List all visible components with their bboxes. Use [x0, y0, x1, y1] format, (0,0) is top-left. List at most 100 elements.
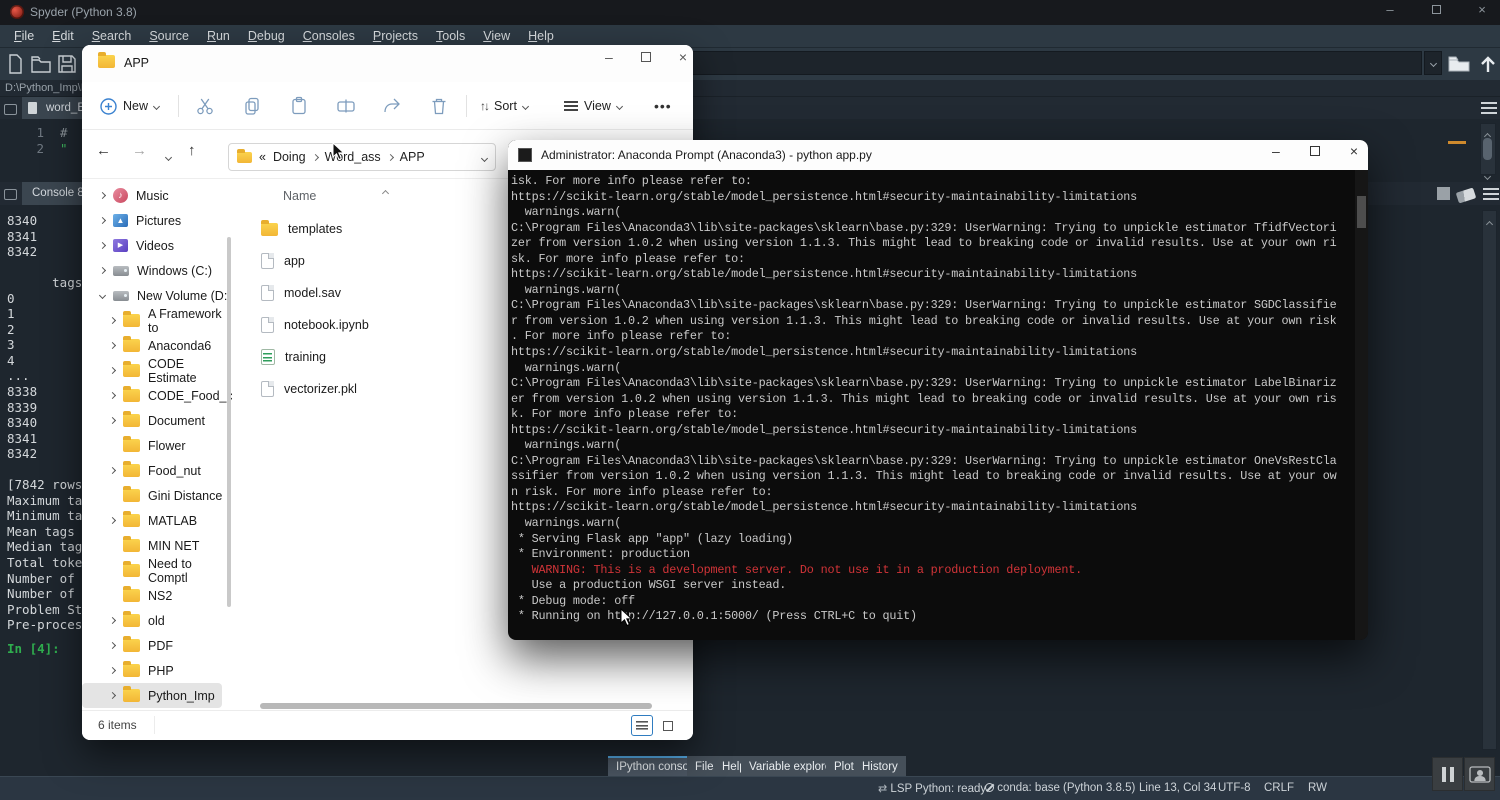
menu-file[interactable]: File: [6, 27, 42, 45]
delete-icon[interactable]: [428, 92, 450, 120]
sidebar-item-code-food-cal[interactable]: CODE_Food_cal: [82, 383, 232, 408]
terminal-scrollbar-thumb[interactable]: [1357, 196, 1366, 228]
item-count: 6 items: [98, 718, 137, 732]
sidebar-item-new-volume-d[interactable]: New Volume (D:): [82, 283, 232, 308]
file-icon: [261, 253, 274, 269]
spyder-bottom-tabs: IPython console Files Help Variable expl…: [0, 755, 1500, 776]
sidebar-item-flower[interactable]: Flower: [82, 433, 232, 458]
save-icon[interactable]: [55, 52, 79, 76]
folder-icon: [123, 389, 140, 402]
editor-scrollbar[interactable]: [1480, 123, 1496, 175]
terminal-output[interactable]: isk. For more info please refer to: http…: [508, 170, 1355, 640]
sidebar-item-python-imp[interactable]: Python_Imp: [82, 683, 222, 708]
forward-icon[interactable]: →: [132, 142, 147, 159]
menu-help[interactable]: Help: [520, 27, 562, 45]
pause-recording-button[interactable]: [1432, 757, 1463, 791]
view-button[interactable]: View: [564, 92, 622, 120]
webcam-overlay-button[interactable]: [1464, 757, 1495, 791]
editor-options-icon[interactable]: [1481, 101, 1497, 119]
parent-directory-icon[interactable]: [1476, 52, 1500, 76]
cut-icon[interactable]: [194, 92, 216, 120]
horizontal-scrollbar[interactable]: [260, 703, 652, 709]
menu-consoles[interactable]: Consoles: [295, 27, 363, 45]
mouse-cursor: [620, 608, 634, 628]
large-icons-view-button[interactable]: [657, 715, 679, 736]
menu-debug[interactable]: Debug: [240, 27, 293, 45]
sidebar-scrollbar[interactable]: [227, 237, 231, 607]
sidebar-item-php[interactable]: PHP: [82, 658, 232, 683]
breadcrumb-app[interactable]: APP: [400, 150, 425, 164]
sidebar-item-windows-c[interactable]: Windows (C:): [82, 258, 232, 283]
explorer-close-button[interactable]: ×: [679, 49, 687, 65]
sidebar-item-music[interactable]: ♪Music: [82, 183, 232, 208]
browse-directory-icon[interactable]: [1447, 52, 1471, 76]
console-icon: [518, 148, 532, 162]
editor-scrollbar-thumb[interactable]: [1483, 138, 1492, 160]
more-options-icon[interactable]: •••: [654, 92, 672, 120]
spyder-close-button[interactable]: ×: [1472, 2, 1492, 17]
spyder-maximize-button[interactable]: [1426, 2, 1446, 17]
breadcrumb-doing[interactable]: Doing: [273, 150, 306, 164]
sidebar-item-anaconda6[interactable]: Anaconda6: [82, 333, 232, 358]
new-button[interactable]: New: [100, 92, 159, 120]
sort-button[interactable]: ↑↓ Sort: [480, 92, 528, 120]
working-directory-dropdown[interactable]: [1424, 51, 1442, 75]
recent-locations-icon[interactable]: [166, 147, 171, 164]
copy-icon[interactable]: [241, 92, 263, 120]
sidebar-item-document[interactable]: Document: [82, 408, 232, 433]
sidebar-item-min-net[interactable]: MIN NET: [82, 533, 232, 558]
up-icon[interactable]: ↑: [188, 142, 196, 159]
tab-history[interactable]: History: [854, 756, 906, 776]
open-file-icon[interactable]: [29, 52, 53, 76]
folder-icon: [123, 439, 140, 452]
sidebar-item-a-framework-to[interactable]: A Framework to: [82, 308, 232, 333]
breadcrumb-separator-icon[interactable]: [387, 153, 394, 160]
folder-icon: [123, 564, 140, 577]
sidebar-item-videos[interactable]: ▶Videos: [82, 233, 232, 258]
menu-view[interactable]: View: [475, 27, 518, 45]
breadcrumb-separator-icon[interactable]: [312, 153, 319, 160]
spyder-minimize-button[interactable]: –: [1380, 2, 1400, 17]
spyder-statusbar: ⇄ LSP Python: ready conda: base (Python …: [0, 776, 1500, 800]
sidebar-item-matlab[interactable]: MATLAB: [82, 508, 232, 533]
paste-icon[interactable]: [288, 92, 310, 120]
explorer-maximize-button[interactable]: [641, 49, 651, 65]
terminal-close-button[interactable]: ×: [1350, 143, 1358, 159]
sidebar-item-need-to-comptl[interactable]: Need to Comptl: [82, 558, 232, 583]
sidebar-item-old[interactable]: old: [82, 608, 232, 633]
new-file-icon[interactable]: [3, 52, 27, 76]
clear-console-icon[interactable]: [1457, 188, 1475, 206]
sidebar-item-ns2[interactable]: NS2: [82, 583, 232, 608]
breadcrumb-prefix[interactable]: «: [259, 150, 266, 164]
terminal-scrollbar[interactable]: [1355, 170, 1368, 640]
share-icon[interactable]: [381, 92, 403, 120]
editor-pane-icon[interactable]: [4, 102, 17, 120]
sort-ascending-icon[interactable]: [383, 183, 388, 201]
explorer-minimize-button[interactable]: –: [605, 49, 613, 65]
sidebar-item-gini-distance[interactable]: Gini Distance: [82, 483, 232, 508]
sidebar-item-code-estimate[interactable]: CODE Estimate: [82, 358, 232, 383]
menu-source[interactable]: Source: [141, 27, 197, 45]
column-header-name[interactable]: Name: [283, 189, 316, 203]
address-bar[interactable]: « Doing Word_ass APP: [228, 143, 496, 171]
terminal-warning-line: WARNING: This is a development server. D…: [511, 563, 1355, 579]
interrupt-kernel-icon[interactable]: [1437, 187, 1450, 205]
sidebar-item-food-nut[interactable]: Food_nut: [82, 458, 232, 483]
menu-edit[interactable]: Edit: [44, 27, 82, 45]
folder-icon: [123, 314, 140, 327]
console-options-icon[interactable]: [1483, 187, 1499, 205]
sidebar-item-pictures[interactable]: ▲Pictures: [82, 208, 232, 233]
menu-search[interactable]: Search: [84, 27, 140, 45]
details-view-button[interactable]: [631, 715, 653, 736]
address-dropdown-icon[interactable]: [482, 150, 487, 164]
console-scrollbar[interactable]: [1482, 210, 1497, 750]
menu-projects[interactable]: Projects: [365, 27, 426, 45]
terminal-maximize-button[interactable]: [1310, 143, 1320, 159]
console-pane-icon[interactable]: [4, 187, 17, 205]
back-icon[interactable]: ←: [96, 142, 111, 159]
rename-icon[interactable]: [335, 92, 357, 120]
sidebar-item-pdf[interactable]: PDF: [82, 633, 232, 658]
menu-tools[interactable]: Tools: [428, 27, 473, 45]
terminal-minimize-button[interactable]: –: [1272, 143, 1280, 159]
menu-run[interactable]: Run: [199, 27, 238, 45]
